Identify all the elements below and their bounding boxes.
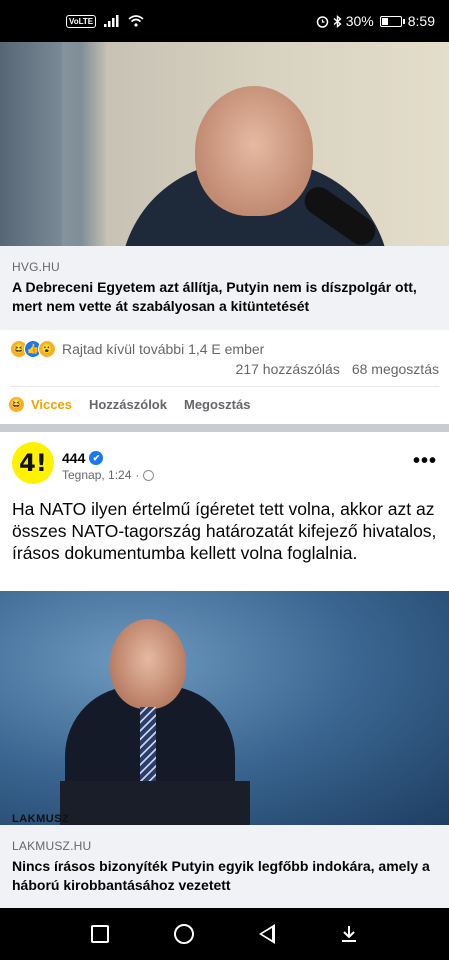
volte-badge: VoLTE bbox=[66, 14, 97, 28]
clock: 8:59 bbox=[407, 13, 435, 29]
post2-link-title: Nincs írásos bizonyíték Putyin egyik leg… bbox=[12, 858, 430, 893]
post1-link-domain: HVG.HU bbox=[12, 260, 60, 274]
reactions-summary[interactable]: 😆 👍 😮 Rajtad kívül további 1,4 E ember bbox=[10, 340, 264, 358]
share-button-label: Megosztás bbox=[183, 397, 251, 412]
post1-footer: 😆 👍 😮 Rajtad kívül további 1,4 E ember 2… bbox=[0, 330, 449, 424]
post2-link-preview[interactable]: LAKMUSZ.HU Nincs írásos bizonyíték Putyi… bbox=[0, 825, 449, 908]
page-name-text: 444 bbox=[62, 450, 86, 466]
meta-separator: · bbox=[135, 468, 140, 482]
post1-counts: 217 hozzászólás 68 megosztás bbox=[236, 361, 439, 377]
bluetooth-icon bbox=[333, 14, 342, 28]
divider bbox=[10, 386, 439, 387]
haha-reaction-icon: 😆 bbox=[8, 396, 25, 413]
status-right: 30% 8:59 bbox=[316, 13, 435, 29]
post2-image[interactable]: LAKMUSZ bbox=[0, 591, 449, 825]
shares-count[interactable]: 68 megosztás bbox=[352, 361, 439, 377]
post1-actions: 😆 Vicces Hozzászólok Megosztás bbox=[8, 396, 267, 413]
battery-icon bbox=[379, 15, 405, 27]
comment-button-label: Hozzászólok bbox=[88, 397, 167, 412]
status-left: VoLTE bbox=[66, 14, 144, 28]
post1-link-preview[interactable]: HVG.HU A Debreceni Egyetem azt állítja, … bbox=[0, 246, 449, 330]
post-time[interactable]: Tegnap, 1:24 bbox=[62, 468, 131, 482]
signal-icon bbox=[104, 15, 119, 27]
comments-count[interactable]: 217 hozzászólás bbox=[236, 361, 340, 377]
post2-text: Ha NATO ilyen értelmű ígéretet tett voln… bbox=[12, 499, 437, 563]
react-button-label: Vicces bbox=[31, 397, 72, 412]
post1-image[interactable] bbox=[0, 42, 449, 246]
alarm-icon bbox=[316, 15, 328, 28]
reactions-text: Rajtad kívül további 1,4 E ember bbox=[62, 341, 265, 357]
post2-header: 4! 444 ✔ Tegnap, 1:24 · ••• bbox=[0, 432, 449, 492]
wow-reaction-icon: 😮 bbox=[38, 340, 56, 358]
notification-pull-icon[interactable] bbox=[340, 924, 358, 944]
comment-button[interactable]: Hozzászólok bbox=[89, 397, 167, 412]
battery-percent: 30% bbox=[345, 13, 374, 29]
post-meta: Tegnap, 1:24 · bbox=[62, 468, 155, 482]
post2: 4! 444 ✔ Tegnap, 1:24 · ••• Ha NATO ilye… bbox=[0, 432, 449, 908]
more-options-button[interactable]: ••• bbox=[413, 450, 437, 473]
recents-square-icon[interactable] bbox=[90, 925, 109, 943]
status-bar: VoLTE 30% 8:59 bbox=[0, 0, 449, 42]
globe-icon bbox=[143, 469, 155, 481]
avatar[interactable]: 4! bbox=[12, 442, 54, 484]
post1-link-title: A Debreceni Egyetem azt állítja, Putyin … bbox=[12, 279, 417, 314]
page-name[interactable]: 444 ✔ bbox=[62, 450, 104, 466]
verified-badge-icon: ✔ bbox=[89, 451, 104, 465]
back-triangle-icon[interactable] bbox=[259, 924, 276, 944]
react-button[interactable]: 😆 Vicces bbox=[8, 396, 72, 413]
home-circle-icon[interactable] bbox=[173, 924, 194, 944]
image-watermark: LAKMUSZ bbox=[12, 813, 70, 825]
share-button[interactable]: Megosztás bbox=[184, 397, 250, 412]
post2-link-domain: LAKMUSZ.HU bbox=[12, 839, 92, 853]
wifi-icon bbox=[128, 15, 144, 27]
system-nav-bar bbox=[0, 908, 449, 960]
